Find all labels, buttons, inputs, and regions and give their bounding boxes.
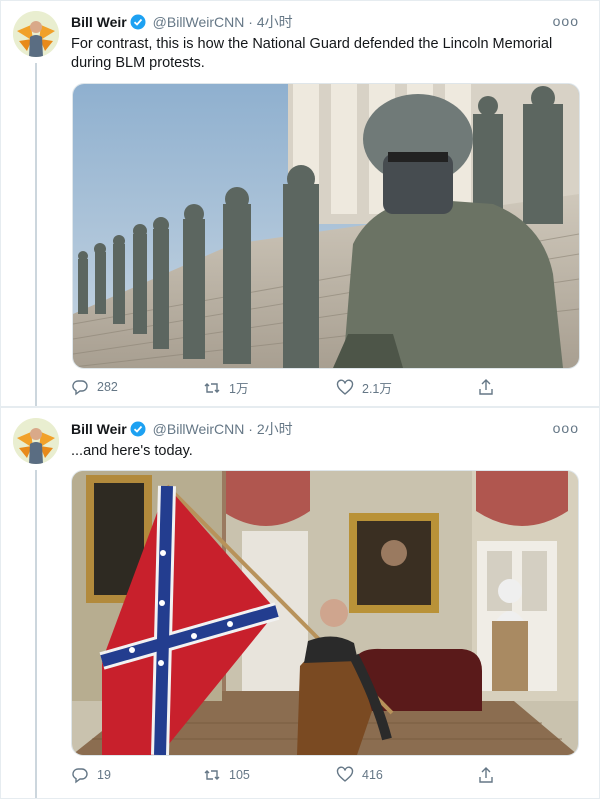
tweet-text: ...and here's today. — [71, 443, 193, 459]
retweet-icon — [204, 382, 220, 393]
reply-button[interactable]: 19 — [71, 766, 111, 784]
timestamp[interactable]: 2小时 — [257, 421, 293, 437]
separator-dot: · — [248, 14, 253, 30]
more-icon[interactable]: ooo — [553, 420, 579, 436]
verified-badge-icon — [130, 421, 146, 441]
separator-dot: · — [248, 421, 253, 437]
tweet-header: Bill Weir @BillWeirCNN · 2小时 — [71, 420, 583, 438]
avatar[interactable] — [13, 418, 59, 464]
like-count: 416 — [362, 768, 383, 782]
tweet-actions: 282 1万 2.1万 — [71, 378, 511, 398]
tweet-actions: 19 105 416 — [71, 766, 511, 786]
share-icon — [479, 379, 493, 395]
tweet[interactable]: Bill Weir @BillWeirCNN · 4小时 ooo For con… — [1, 1, 599, 407]
timestamp[interactable]: 4小时 — [257, 14, 293, 30]
tweet-photo[interactable] — [71, 470, 579, 756]
reply-count: 19 — [97, 768, 111, 782]
reply-button[interactable]: 282 — [71, 378, 118, 396]
reply-icon — [72, 768, 88, 784]
like-button[interactable]: 416 — [336, 766, 383, 784]
author-handle[interactable]: @BillWeirCNN — [153, 14, 245, 30]
retweet-icon — [204, 770, 220, 780]
share-icon — [479, 767, 493, 783]
more-icon[interactable]: ooo — [553, 13, 579, 29]
verified-badge-icon — [130, 14, 146, 34]
thread-line — [35, 63, 37, 406]
tweet-header: Bill Weir @BillWeirCNN · 4小时 — [71, 13, 583, 31]
author-name[interactable]: Bill Weir — [71, 14, 127, 30]
retweet-button[interactable]: 105 — [203, 766, 250, 784]
like-button[interactable]: 2.1万 — [336, 378, 392, 397]
timeline: Bill Weir @BillWeirCNN · 4小时 ooo For con… — [0, 0, 600, 799]
like-icon — [336, 379, 354, 395]
author-name[interactable]: Bill Weir — [71, 421, 127, 437]
thread-line — [35, 470, 37, 798]
photo-capitol-hallway — [72, 471, 578, 755]
reply-count: 282 — [97, 380, 118, 394]
photo-national-guard — [73, 84, 579, 368]
share-button[interactable] — [477, 378, 495, 396]
author-handle[interactable]: @BillWeirCNN — [153, 421, 245, 437]
like-icon — [336, 766, 354, 782]
share-button[interactable] — [477, 766, 495, 784]
avatar[interactable] — [13, 11, 59, 57]
like-count: 2.1万 — [362, 382, 392, 396]
tweet-photo[interactable] — [72, 83, 580, 369]
reply-icon — [72, 380, 88, 396]
retweet-button[interactable]: 1万 — [203, 378, 248, 397]
retweet-count: 1万 — [229, 382, 249, 396]
tweet-text: For contrast, this is how the National G… — [71, 36, 553, 71]
retweet-count: 105 — [229, 768, 250, 782]
